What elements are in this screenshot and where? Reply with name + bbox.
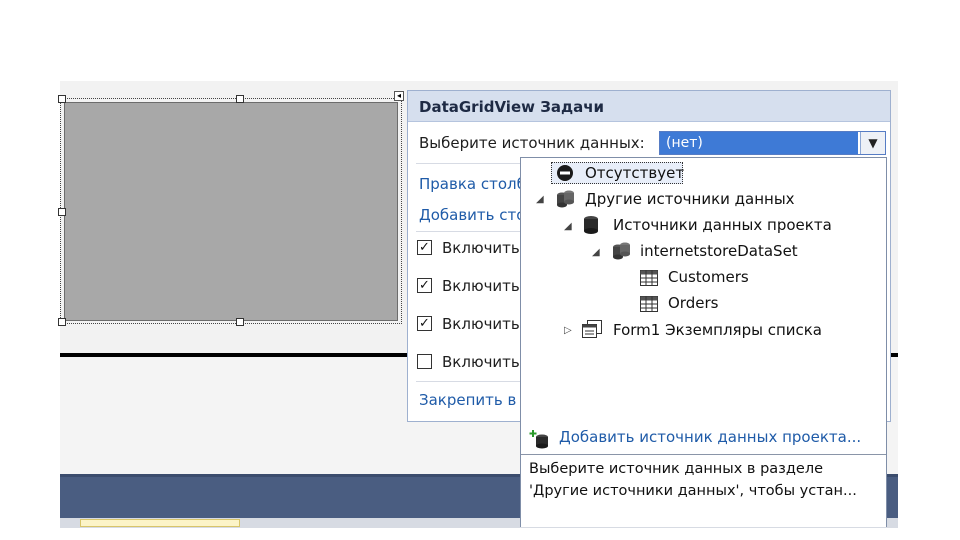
- expand-arrow-icon[interactable]: ◢: [592, 247, 600, 258]
- datasource-combobox-value[interactable]: (нет): [660, 132, 858, 154]
- no-entry-icon: [557, 165, 573, 181]
- datasource-combobox[interactable]: (нет) ▼: [659, 131, 886, 155]
- tree-item-orders[interactable]: Orders: [668, 292, 718, 314]
- resize-handle-top-left[interactable]: [58, 95, 66, 103]
- database-group-icon: [557, 190, 574, 208]
- tree-item-none-label[interactable]: Отсутствует: [585, 162, 684, 184]
- enable-adding-checkbox[interactable]: ✓: [417, 240, 432, 255]
- tasks-panel-title: DataGridView Задачи: [419, 98, 605, 116]
- database-icon: [584, 216, 598, 234]
- resize-handle-top[interactable]: [236, 95, 244, 103]
- table-icon: [640, 270, 658, 286]
- form-instances-icon: [582, 320, 602, 338]
- description-area: Выберите источник данных в разделе 'Друг…: [521, 454, 886, 527]
- expand-arrow-icon[interactable]: ◢: [536, 194, 544, 205]
- dataset-icon: [613, 242, 630, 260]
- add-project-datasource-link[interactable]: Добавить источник данных проекта...: [559, 428, 861, 446]
- tree-item-dataset[interactable]: internetstoreDataSet: [640, 240, 798, 262]
- resize-handle-left[interactable]: [58, 208, 66, 216]
- datasource-dropdown: Отсутствует ◢ Другие источники данных ◢ …: [520, 157, 887, 527]
- enable-editing-checkbox[interactable]: ✓: [417, 278, 432, 293]
- tree-item-form-instances[interactable]: Form1 Экземпляры списка: [613, 319, 822, 341]
- collapsed-arrow-icon[interactable]: ▷: [564, 325, 572, 336]
- enable-deleting-checkbox[interactable]: ✓: [417, 316, 432, 331]
- expand-arrow-icon[interactable]: ◢: [564, 221, 572, 232]
- smart-tag-glyph[interactable]: ◂: [394, 91, 404, 101]
- datagridview-control[interactable]: [64, 102, 398, 321]
- enable-column-reordering-checkbox[interactable]: [417, 354, 432, 369]
- resize-handle-bottom-left[interactable]: [58, 318, 66, 326]
- tree-item-project-sources[interactable]: Источники данных проекта: [613, 214, 832, 236]
- datasource-label: Выберите источник данных:: [419, 134, 645, 152]
- chevron-down-icon[interactable]: ▼: [860, 132, 885, 154]
- tasks-panel-header: DataGridView Задачи: [408, 91, 890, 122]
- table-icon: [640, 296, 658, 312]
- tree-item-other-sources[interactable]: Другие источники данных: [585, 188, 795, 210]
- add-datasource-icon: [529, 430, 548, 449]
- document-tab[interactable]: [80, 519, 240, 527]
- description-line-2: 'Другие источники данных', чтобы устан..…: [529, 483, 857, 499]
- tree-item-customers[interactable]: Customers: [668, 266, 749, 288]
- resize-handle-bottom[interactable]: [236, 318, 244, 326]
- description-line-1: Выберите источник данных в разделе: [529, 461, 824, 477]
